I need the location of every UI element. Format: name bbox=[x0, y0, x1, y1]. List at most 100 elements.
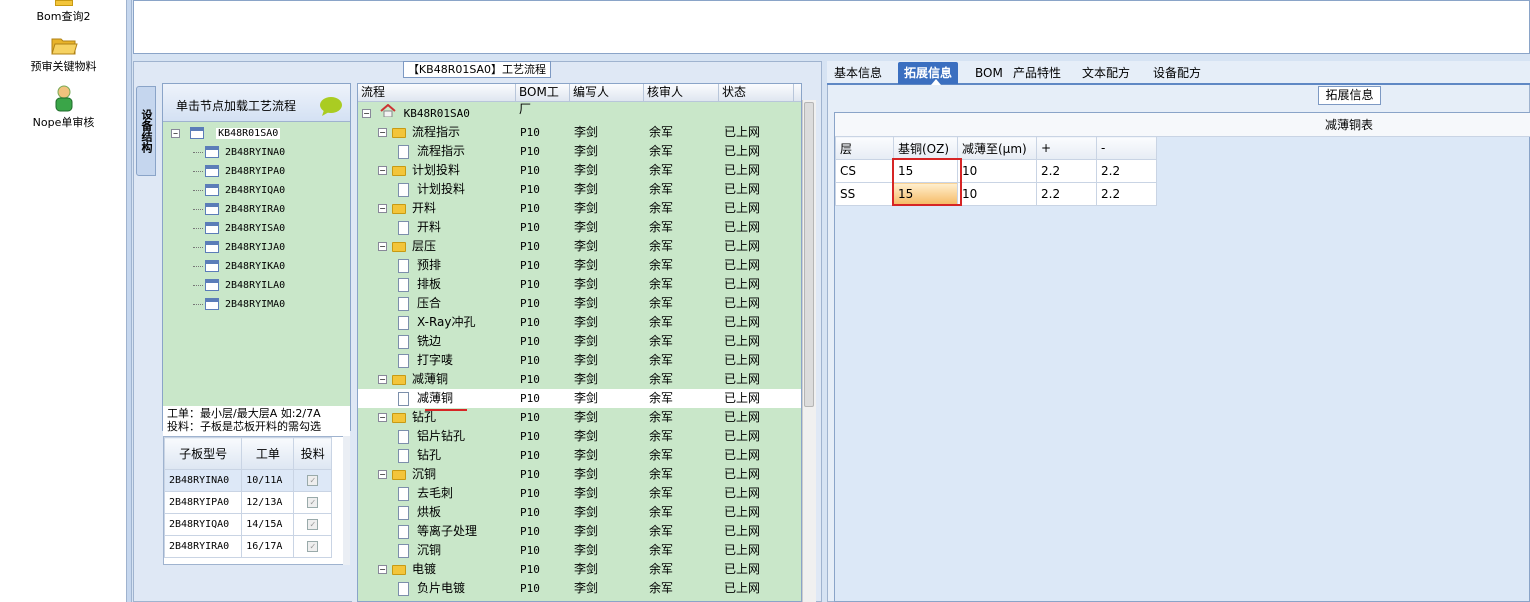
flow-row[interactable]: X-Ray冲孔 P10 李剑 余军 已上网 bbox=[358, 313, 801, 332]
cell-plus[interactable]: 2.2 bbox=[1036, 159, 1097, 183]
cell-writer: 李剑 bbox=[574, 201, 599, 215]
collapse-icon[interactable]: − bbox=[378, 128, 387, 137]
horizontal-splitter[interactable] bbox=[133, 54, 1530, 61]
col-header-feed[interactable]: 投料 bbox=[293, 437, 332, 470]
flow-row[interactable]: 负片电镀 P10 李剑 余军 已上网 bbox=[358, 579, 801, 598]
tab-equipment-recipe[interactable]: 设备配方 bbox=[1147, 62, 1207, 84]
flow-row[interactable]: 排板 P10 李剑 余军 已上网 bbox=[358, 275, 801, 294]
tab-extended-info[interactable]: 拓展信息 bbox=[898, 62, 959, 84]
collapse-icon[interactable]: − bbox=[378, 375, 387, 384]
col-header-status[interactable]: 状态 bbox=[719, 84, 794, 102]
collapse-icon[interactable]: − bbox=[378, 204, 387, 213]
tree-child-item[interactable]: 2B48RYIRA0 bbox=[193, 200, 285, 219]
col-header-base-copper[interactable]: 基铜(OZ) bbox=[893, 136, 958, 160]
flow-row[interactable]: 去毛刺 P10 李剑 余军 已上网 bbox=[358, 484, 801, 503]
flow-scrollbar-thumb[interactable] bbox=[804, 102, 814, 407]
tree-child-item[interactable]: 2B48RYISA0 bbox=[193, 219, 285, 238]
collapse-icon[interactable]: − bbox=[378, 470, 387, 479]
cell-status: 已上网 bbox=[724, 239, 761, 253]
folder-icon bbox=[392, 469, 406, 480]
table-row[interactable]: 2B48RYIRA0 16/17A ✓ bbox=[164, 535, 332, 558]
tree-child-item[interactable]: 2B48RYINA0 bbox=[193, 143, 285, 162]
cell-thin-to[interactable]: 10 bbox=[957, 182, 1037, 206]
table-row[interactable]: SS 15 10 2.2 2.2 bbox=[835, 182, 1157, 206]
tree-child-item[interactable]: 2B48RYIQA0 bbox=[193, 181, 285, 200]
tree-child-item[interactable]: 2B48RYIKA0 bbox=[193, 257, 285, 276]
flow-row[interactable]: − 层压 P10 李剑 余军 已上网 bbox=[358, 237, 801, 256]
table-row[interactable]: 2B48RYIPA0 12/13A ✓ bbox=[164, 491, 332, 514]
flow-row[interactable]: 压合 P10 李剑 余军 已上网 bbox=[358, 294, 801, 313]
flow-root-row[interactable]: − KB48R01SA0 bbox=[358, 103, 801, 123]
nav-item-prereview-material[interactable]: 预审关键物料 bbox=[0, 34, 127, 74]
flow-row[interactable]: 开料 P10 李剑 余军 已上网 bbox=[358, 218, 801, 237]
file-icon bbox=[205, 241, 219, 253]
cell-thin-to[interactable]: 10 bbox=[957, 159, 1037, 183]
flow-row[interactable]: − 电镀 P10 李剑 余军 已上网 bbox=[358, 560, 801, 579]
collapse-icon[interactable]: − bbox=[378, 565, 387, 574]
flow-row[interactable]: 减薄铜 P10 李剑 余军 已上网 bbox=[358, 389, 801, 408]
flow-row[interactable]: 铝片钻孔 P10 李剑 余军 已上网 bbox=[358, 427, 801, 446]
col-header-order[interactable]: 工单 bbox=[241, 437, 295, 470]
tab-basic-info[interactable]: 基本信息 bbox=[828, 62, 888, 84]
col-header-layer[interactable]: 层 bbox=[835, 136, 894, 160]
feed-checkbox[interactable]: ✓ bbox=[307, 519, 319, 530]
flow-row[interactable]: 流程指示 P10 李剑 余军 已上网 bbox=[358, 142, 801, 161]
table-row[interactable]: 2B48RYIQA0 14/15A ✓ bbox=[164, 513, 332, 536]
flow-row[interactable]: 烘板 P10 李剑 余军 已上网 bbox=[358, 503, 801, 522]
table-row[interactable]: CS 15 10 2.2 2.2 bbox=[835, 159, 1157, 183]
cell-minus[interactable]: 2.2 bbox=[1096, 182, 1157, 206]
flow-step-name: 排板 bbox=[417, 277, 442, 291]
table-row[interactable]: 2B48RYINA0 10/11A ✓ bbox=[164, 469, 332, 492]
tree-child-item[interactable]: 2B48RYILA0 bbox=[193, 276, 285, 295]
col-header-thin-to[interactable]: 减薄至(μm) bbox=[957, 136, 1037, 160]
collapse-icon[interactable]: − bbox=[378, 166, 387, 175]
collapse-icon[interactable]: − bbox=[378, 242, 387, 251]
col-header-minus[interactable]: - bbox=[1096, 136, 1157, 160]
col-header-reviewer[interactable]: 核审人 bbox=[644, 84, 719, 102]
process-flow-title: 【KB48R01SA0】工艺流程 bbox=[403, 61, 551, 78]
tree-child-item[interactable]: 2B48RYIJA0 bbox=[193, 238, 285, 257]
tree-child-item[interactable]: 2B48RYIMA0 bbox=[193, 295, 285, 314]
flow-row[interactable]: − 开料 P10 李剑 余军 已上网 bbox=[358, 199, 801, 218]
cell-order[interactable]: 16/17A bbox=[241, 535, 295, 558]
flow-row[interactable]: 预排 P10 李剑 余军 已上网 bbox=[358, 256, 801, 275]
flow-row[interactable]: 铣边 P10 李剑 余军 已上网 bbox=[358, 332, 801, 351]
feed-checkbox[interactable]: ✓ bbox=[307, 541, 319, 552]
nav-splitter[interactable] bbox=[127, 0, 132, 602]
flow-step-name: 计划投料 bbox=[417, 182, 466, 196]
col-header-writer[interactable]: 编写人 bbox=[570, 84, 644, 102]
tab-text-recipe[interactable]: 文本配方 bbox=[1076, 62, 1136, 84]
flow-row[interactable]: 钻孔 P10 李剑 余军 已上网 bbox=[358, 446, 801, 465]
tab-product-features[interactable]: 产品特性 bbox=[1007, 62, 1067, 84]
cell-plus[interactable]: 2.2 bbox=[1036, 182, 1097, 206]
flow-row[interactable]: − 沉铜 P10 李剑 余军 已上网 bbox=[358, 465, 801, 484]
cell-order[interactable]: 12/13A bbox=[241, 491, 295, 514]
collapse-icon[interactable]: − bbox=[378, 413, 387, 422]
col-header-flow[interactable]: 流程 bbox=[358, 84, 516, 102]
col-header-bom-factory[interactable]: BOM工厂 bbox=[516, 84, 570, 116]
flow-row[interactable]: 计划投料 P10 李剑 余军 已上网 bbox=[358, 180, 801, 199]
tab-bom[interactable]: BOM bbox=[969, 62, 1009, 84]
flow-row[interactable]: 沉铜 P10 李剑 余军 已上网 bbox=[358, 541, 801, 560]
feed-checkbox[interactable]: ✓ bbox=[307, 475, 319, 486]
tree-root[interactable]: − KB48R01SA0 bbox=[171, 124, 281, 143]
flow-row[interactable]: − 计划投料 P10 李剑 余军 已上网 bbox=[358, 161, 801, 180]
cell-order[interactable]: 14/15A bbox=[241, 513, 295, 536]
cell-status: 已上网 bbox=[724, 144, 761, 158]
cell-minus[interactable]: 2.2 bbox=[1096, 159, 1157, 183]
nav-item-nope-review[interactable]: Nope单审核 bbox=[0, 84, 127, 130]
sub-table-scrollbar[interactable] bbox=[343, 436, 350, 565]
cell-order[interactable]: 10/11A bbox=[241, 469, 295, 492]
flow-row[interactable]: 打字唛 P10 李剑 余军 已上网 bbox=[358, 351, 801, 370]
tree-child-item[interactable]: 2B48RYIPA0 bbox=[193, 162, 285, 181]
side-tab-equipment-structure[interactable]: 设备结构 bbox=[136, 86, 156, 176]
flow-row[interactable]: − 流程指示 P10 李剑 余军 已上网 bbox=[358, 123, 801, 142]
nav-item-bom-query[interactable]: Bom查询2 bbox=[0, 0, 127, 24]
col-header-plus[interactable]: + bbox=[1036, 136, 1097, 160]
flow-row[interactable]: − 减薄铜 P10 李剑 余军 已上网 bbox=[358, 370, 801, 389]
flow-row[interactable]: 等离子处理 P10 李剑 余军 已上网 bbox=[358, 522, 801, 541]
cell-writer: 李剑 bbox=[574, 505, 599, 519]
col-header-model[interactable]: 子板型号 bbox=[164, 437, 243, 470]
feed-checkbox[interactable]: ✓ bbox=[307, 497, 319, 508]
collapse-icon[interactable]: − bbox=[362, 109, 371, 118]
